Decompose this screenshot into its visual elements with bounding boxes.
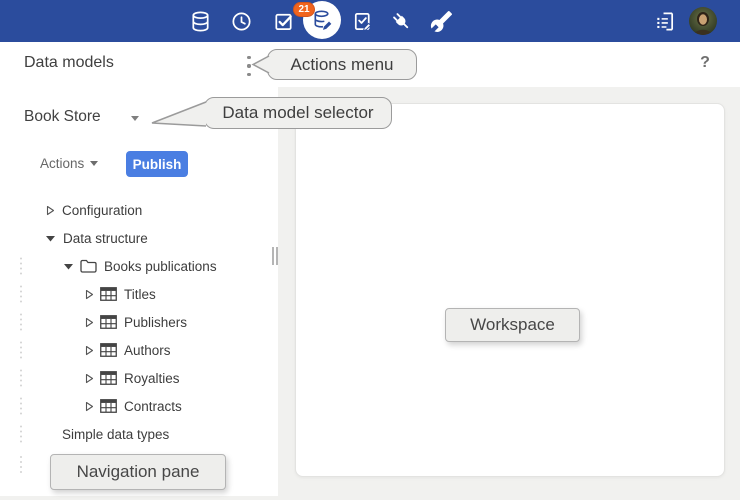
tree-item-royalties[interactable]: Royalties [0, 364, 277, 392]
chevron-right-icon[interactable] [85, 289, 94, 300]
connectors-plug-icon[interactable] [389, 9, 413, 33]
workspace-canvas[interactable] [295, 103, 725, 477]
data-model-selector[interactable]: Book Store [24, 108, 101, 126]
chevron-right-icon[interactable] [85, 373, 94, 384]
drag-handle[interactable] [20, 369, 22, 386]
tree-item-authors[interactable]: Authors [0, 336, 277, 364]
tree-item-publishers[interactable]: Publishers [0, 308, 277, 336]
chevron-expanded-icon[interactable] [63, 262, 74, 271]
bottom-strip [0, 496, 278, 500]
activity-log-icon[interactable] [652, 9, 676, 33]
drag-handle[interactable] [20, 257, 22, 274]
chevron-expanded-icon[interactable] [45, 234, 56, 243]
drag-handle[interactable] [20, 341, 22, 358]
app-header: 21 [0, 0, 740, 42]
database-icon[interactable] [188, 9, 212, 33]
callout-actions-menu: Actions menu [267, 49, 417, 80]
drag-handle[interactable] [20, 456, 22, 473]
chevron-right-icon[interactable] [46, 205, 55, 216]
tree-item-titles[interactable]: Titles [0, 280, 277, 308]
table-icon [100, 371, 117, 385]
publish-button[interactable]: Publish [126, 151, 188, 177]
tree-item-label: Data structure [63, 231, 148, 246]
clock-icon[interactable] [229, 9, 253, 33]
tree-item-simple-data-types[interactable]: Simple data types [0, 420, 277, 448]
app-window: 21 Data models ? B [0, 0, 740, 500]
user-avatar[interactable] [689, 7, 717, 35]
callout-tail-left-icon [150, 100, 207, 128]
tasks-icon[interactable] [271, 9, 295, 33]
tree-item-contracts[interactable]: Contracts [0, 392, 277, 420]
actions-dropdown[interactable]: Actions [40, 156, 84, 171]
table-icon [100, 287, 117, 301]
folder-icon [80, 259, 97, 273]
chevron-right-icon[interactable] [85, 317, 94, 328]
pane-resize-handle[interactable] [272, 247, 278, 265]
tree-item-configuration[interactable]: Configuration [0, 196, 277, 224]
callout-label: Actions menu [291, 55, 394, 75]
callout-label: Navigation pane [77, 462, 200, 482]
chevron-down-icon[interactable] [131, 116, 139, 121]
tree-item-label: Simple data types [62, 427, 169, 442]
forms-edit-icon[interactable] [350, 9, 374, 33]
drag-handle[interactable] [20, 285, 22, 302]
tree-item-label: Contracts [124, 399, 182, 414]
table-icon [100, 399, 117, 413]
help-icon[interactable]: ? [696, 54, 714, 72]
callout-tail-left-icon [252, 55, 270, 74]
table-icon [100, 315, 117, 329]
chevron-right-icon[interactable] [85, 345, 94, 356]
callout-label: Data model selector [222, 103, 373, 123]
tree-item-data-structure[interactable]: Data structure [0, 224, 277, 252]
page-title: Data models [24, 54, 114, 72]
callout-label: Workspace [470, 315, 555, 335]
tree-item-books-publications[interactable]: Books publications [0, 252, 277, 280]
table-icon [100, 343, 117, 357]
tree-item-label: Configuration [62, 203, 142, 218]
drag-handle[interactable] [20, 313, 22, 330]
tree-item-label: Royalties [124, 371, 180, 386]
callout-navigation-pane: Navigation pane [50, 454, 226, 490]
chevron-down-icon[interactable] [90, 161, 98, 166]
tree-item-label: Titles [124, 287, 156, 302]
drag-handle[interactable] [20, 397, 22, 414]
tree-item-label: Books publications [104, 259, 217, 274]
callout-data-model-selector: Data model selector [204, 97, 392, 129]
chevron-right-icon[interactable] [85, 401, 94, 412]
tools-wrench-icon[interactable] [429, 9, 453, 33]
tree-item-label: Publishers [124, 315, 187, 330]
tree-item-label: Authors [124, 343, 171, 358]
drag-handle[interactable] [20, 425, 22, 442]
notification-badge: 21 [293, 2, 315, 17]
callout-workspace: Workspace [445, 308, 580, 342]
